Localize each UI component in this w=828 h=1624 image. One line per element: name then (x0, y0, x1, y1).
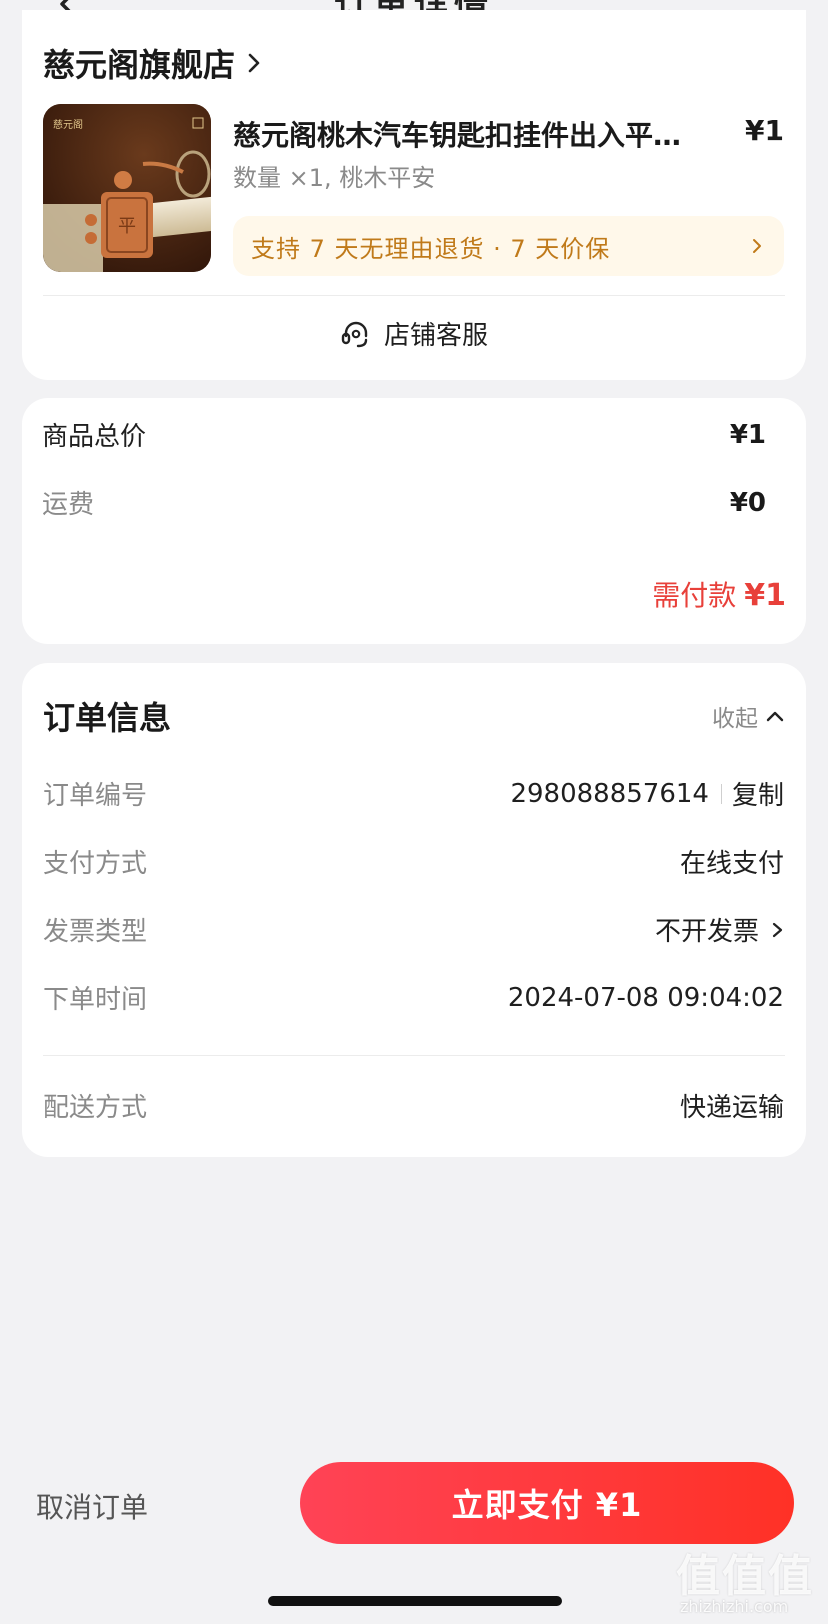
order-time-row: 下单时间 2024-07-08 09:04:02 (43, 979, 784, 1016)
amount-due-value: ¥1 (744, 578, 786, 613)
product-image[interactable]: 平 慈元阁 (43, 104, 211, 272)
shipping-value: ¥0 (729, 487, 766, 518)
chevron-right-icon (772, 922, 783, 937)
store-name: 慈元阁旗舰店 (43, 46, 236, 84)
order-number-label: 订单编号 (43, 781, 148, 811)
chevron-right-icon (248, 53, 260, 73)
copy-button[interactable]: 复制 (732, 775, 784, 812)
payment-method-row: 支付方式 在线支付 (43, 843, 784, 880)
order-time-value: 2024-07-08 09:04:02 (507, 982, 784, 1013)
invoice-type-value: 不开发票 (654, 917, 759, 947)
watermark-url: zhizhizhi.com (680, 1597, 789, 1616)
amount-due-label: 需付款 (652, 579, 737, 612)
delivery-method-row: 配送方式 快递运输 (43, 1087, 784, 1124)
invoice-type-row[interactable]: 发票类型 不开发票 (43, 911, 784, 948)
payment-method-label: 支付方式 (43, 849, 148, 879)
product-image-brand-text: 慈元阁 (53, 118, 83, 131)
divider (720, 783, 722, 804)
delivery-method-label: 配送方式 (43, 1093, 148, 1123)
goods-total-label: 商品总价 (42, 422, 147, 452)
order-number-row: 订单编号 298088857614 复制 (43, 775, 784, 812)
collapse-label: 收起 (712, 706, 758, 732)
store-service-label: 店铺客服 (383, 321, 488, 351)
goods-total-value: ¥1 (729, 419, 766, 450)
store-name-link[interactable]: 慈元阁旗舰店 (43, 40, 263, 86)
guarantee-text: 支持 7 天无理由退货 · 7 天价保 (251, 234, 611, 263)
shipping-label: 运费 (42, 490, 95, 520)
cancel-order-button[interactable]: 取消订单 (36, 1486, 148, 1526)
guarantee-banner[interactable]: 支持 7 天无理由退货 · 7 天价保 (233, 216, 784, 276)
order-info-title: 订单信息 (43, 699, 172, 737)
divider (43, 1055, 785, 1056)
chevron-right-icon (753, 239, 761, 253)
headset-icon (341, 321, 368, 347)
amount-due: 需付款 ¥1 (652, 574, 786, 614)
payment-method-value: 在线支付 (679, 849, 784, 879)
home-indicator[interactable] (268, 1596, 562, 1606)
product-price: ¥1 (745, 114, 784, 147)
product-photo-illustration: 平 慈元阁 (43, 104, 211, 272)
product-title[interactable]: 慈元阁桃木汽车钥匙扣挂件出入平… (233, 114, 703, 154)
chevron-up-icon (766, 711, 784, 722)
pay-now-button[interactable]: 立即支付 ¥1 (300, 1462, 794, 1544)
order-detail-page: 订单详情 慈元阁旗舰店 (0, 0, 828, 1624)
divider (43, 295, 785, 296)
shipping-row: 运费 ¥0 (42, 484, 766, 521)
order-time-label: 下单时间 (43, 985, 148, 1015)
order-number-value: 298088857614 (510, 778, 709, 809)
watermark-logo: 值值值 (676, 1551, 814, 1602)
order-info-card: 订单信息 收起 订单编号 298088857614 复制 支付方式 在线支付 发… (22, 663, 806, 1157)
product-spec: 数量 ×1, 桃木平安 (233, 164, 436, 192)
delivery-method-value: 快递运输 (679, 1093, 784, 1123)
goods-total-row: 商品总价 ¥1 (42, 416, 766, 453)
store-service-button[interactable]: 店铺客服 (22, 315, 806, 352)
svg-text:平: 平 (118, 216, 136, 237)
invoice-type-label: 发票类型 (43, 917, 148, 947)
collapse-toggle[interactable]: 收起 (712, 699, 784, 733)
store-card: 慈元阁旗舰店 平 慈元阁 慈元阁桃木汽车钥匙扣挂件出入平… ¥1 数量 ×1, … (22, 10, 806, 380)
